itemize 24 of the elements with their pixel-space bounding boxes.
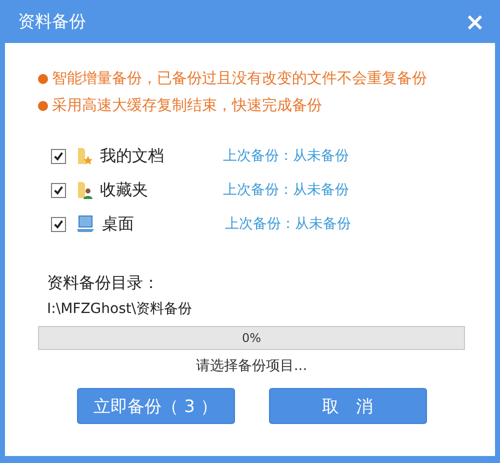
backup-status: 上次备份：从未备份: [223, 147, 349, 165]
item-label: 收藏夹: [100, 180, 149, 200]
feature-note: 智能增量备份，已备份过且没有改变的文件不会重复备份: [52, 69, 427, 88]
backup-button[interactable]: 立即备份（ 3 ）: [76, 388, 234, 424]
window-title: 资料备份: [18, 11, 86, 33]
feature-note: 采用高速大缓存复制结束，快速完成备份: [52, 96, 322, 115]
item-label: 桌面: [102, 214, 135, 234]
close-button[interactable]: ×: [460, 8, 489, 36]
checkbox[interactable]: [51, 182, 66, 198]
item-label: 我的文档: [100, 146, 165, 166]
backup-status: 上次备份：从未备份: [225, 215, 351, 233]
checkbox[interactable]: [51, 216, 66, 232]
bullet-icon: [38, 100, 48, 110]
monitor-icon: [76, 214, 96, 234]
progress-reading: 0%: [242, 331, 262, 345]
directory-label: 资料备份目录：: [46, 273, 160, 294]
backup-status: 上次备份：从未备份: [223, 181, 349, 199]
status-text: 请选择备份项目...: [194, 357, 308, 375]
folder-person-icon: [76, 180, 94, 200]
cancel-button[interactable]: 取 消: [268, 388, 426, 424]
folder-star-icon: [76, 146, 94, 166]
directory-path: I:\MFZGhost\资料备份: [46, 300, 194, 318]
checkbox[interactable]: [51, 148, 66, 164]
bullet-icon: [38, 74, 48, 84]
